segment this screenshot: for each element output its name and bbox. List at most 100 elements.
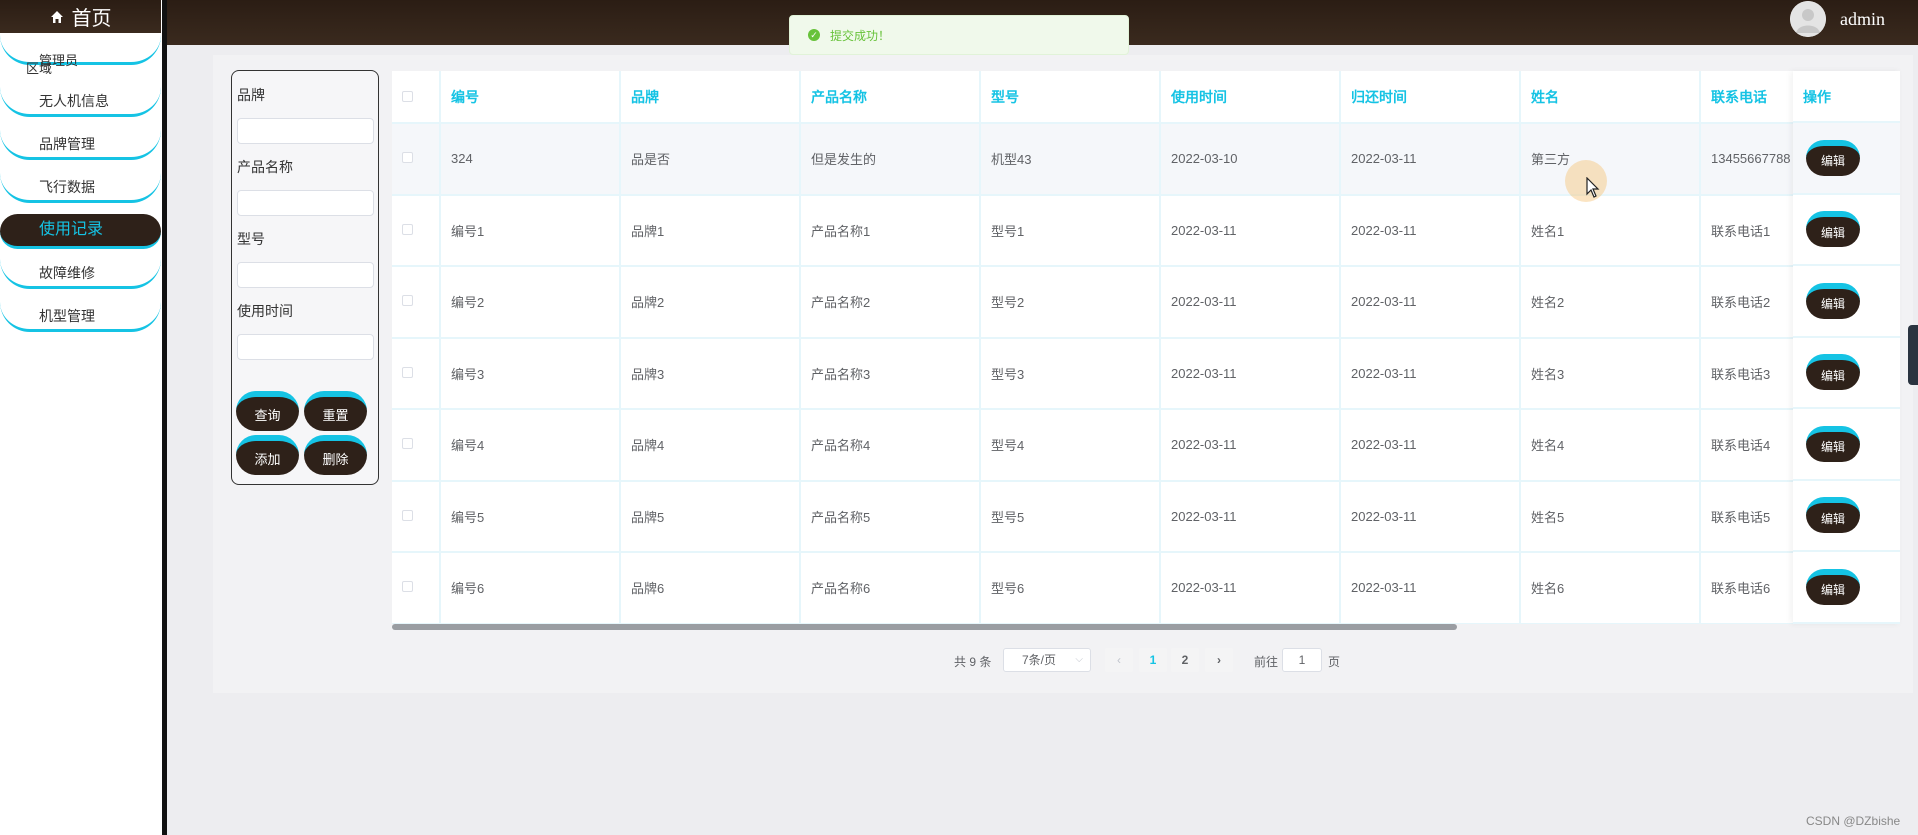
row-checkbox[interactable] [402,152,413,164]
table-cell: 型号3 [980,337,1161,410]
sidebar-item-label: 使用记录 [39,221,104,238]
table-cell: 2022-03-11 [1340,409,1521,482]
table-cell: 型号6 [980,552,1161,624]
add-button[interactable]: 添加 [236,435,299,475]
edit-button[interactable]: 编辑 [1806,425,1860,462]
table-row[interactable]: 编号1 品牌1 产品名称1 型号1 2022-03-11 2022-03-11 姓名1 联系电… [392,194,1881,267]
table-cell: 编号3 [440,337,621,410]
table-cell: 2022-03-11 [1160,266,1341,339]
delete-button[interactable]: 删除 [304,435,367,475]
table-cell: 2022-03-11 [1340,552,1521,624]
page-size-value: 7条/页 [1022,653,1057,667]
table-cell: 324 [440,123,621,196]
select-all-cell [392,71,441,124]
table-row[interactable]: 324 品是否 但是发生的 机型43 2022-03-10 2022-03-11 第三方 13… [392,123,1881,196]
page-number-2[interactable]: 2 [1171,648,1199,672]
vertical-scroll-handle[interactable] [1908,325,1918,385]
row-checkbox[interactable] [402,581,413,593]
column-header[interactable]: 型号 [980,71,1161,124]
table-cell: 编号2 [440,266,621,339]
edit-button[interactable]: 编辑 [1806,139,1860,176]
page-jump-input[interactable]: 1 [1282,648,1322,672]
query-button[interactable]: 查询 [236,391,299,431]
column-header[interactable]: 产品名称 [800,71,981,124]
records-table: 编号 品牌 产品名称 型号 使用时间 归还时间 姓名 联系电话 324 品是否 但是… [392,71,1900,624]
sidebar-item-fault-repair[interactable]: 故障维修 [0,259,161,289]
table-cell: 2022-03-11 [1160,480,1341,553]
row-select-cell [392,194,441,267]
table-cell: 编号6 [440,552,621,624]
column-header[interactable]: 使用时间 [1160,71,1341,124]
column-header[interactable]: 品牌 [620,71,801,124]
row-checkbox[interactable] [402,366,413,378]
table-row[interactable]: 编号4 品牌4 产品名称4 型号4 2022-03-11 2022-03-11 姓名4 联系电… [392,409,1881,482]
table-cell: 品牌4 [620,409,801,482]
table-row[interactable]: 编号5 品牌5 产品名称5 型号5 2022-03-11 2022-03-11 姓名5 联系电… [392,480,1881,553]
brand-label: 品牌 [237,87,265,103]
search-panel: 品牌 产品名称 型号 使用时间 查询 重置 添加 删除 [231,70,379,485]
brand-input[interactable] [237,118,374,144]
sidebar-item-flight-data[interactable]: 飞行数据 [0,173,161,203]
user-avatar[interactable] [1790,1,1826,37]
table-row[interactable]: 编号6 品牌6 产品名称6 型号6 2022-03-11 2022-03-11 姓名6 联系电… [392,552,1881,624]
table-cell: 但是发生的 [800,123,981,196]
prev-page-button[interactable]: ‹ [1105,648,1133,672]
table-cell: 姓名6 [1520,552,1701,624]
column-header[interactable]: 归还时间 [1340,71,1521,124]
row-checkbox[interactable] [402,223,413,235]
select-all-checkbox[interactable] [402,90,413,102]
table-row[interactable]: 编号3 品牌3 产品名称3 型号3 2022-03-11 2022-03-11 姓名3 联系电… [392,337,1881,410]
sidebar-home-link[interactable]: 首页 [0,0,161,33]
use-time-input[interactable] [237,334,374,360]
success-toast: ✓ 提交成功！ [789,15,1129,55]
column-header: 操作 [1793,71,1900,123]
table-cell: 2022-03-11 [1340,123,1521,196]
page-number-1[interactable]: 1 [1139,648,1167,672]
table-cell: 2022-03-11 [1160,194,1341,267]
row-checkbox[interactable] [402,438,413,450]
reset-button[interactable]: 重置 [304,391,367,431]
edit-button[interactable]: 编辑 [1806,354,1860,391]
table-cell: 第三方 [1520,123,1701,196]
edit-button[interactable]: 编辑 [1806,497,1860,534]
table-cell: 型号1 [980,194,1161,267]
table-cell: 2022-03-11 [1340,480,1521,553]
table-cell: 姓名1 [1520,194,1701,267]
page-size-select[interactable]: 7条/页 ⌵ [1003,648,1091,672]
chevron-right-icon: › [1217,653,1221,667]
table-row[interactable]: 编号2 品牌2 产品名称2 型号2 2022-03-11 2022-03-11 姓名2 联系电… [392,266,1881,339]
row-checkbox[interactable] [402,509,413,521]
model-input[interactable] [237,262,374,288]
sidebar-item-label: 品牌管理 [39,136,95,152]
username[interactable]: admin [1840,9,1885,30]
operations-cell: 编辑 [1793,338,1900,409]
sidebar-divider [162,0,167,835]
sidebar-item-label: 无人机信息 [39,93,109,109]
column-header[interactable]: 姓名 [1520,71,1701,124]
table-cell: 型号4 [980,409,1161,482]
edit-button[interactable]: 编辑 [1806,211,1860,248]
row-select-cell [392,552,441,624]
table-header-row: 编号 品牌 产品名称 型号 使用时间 归还时间 姓名 联系电话 [392,71,1881,124]
product-name-input[interactable] [237,190,374,216]
edit-button[interactable]: 编辑 [1806,568,1860,605]
records-table-grid: 编号 品牌 产品名称 型号 使用时间 归还时间 姓名 联系电话 324 品是否 但是… [392,71,1881,624]
sidebar-item-usage-records[interactable]: 使用记录 [0,214,161,249]
edit-button[interactable]: 编辑 [1806,282,1860,319]
table-cell: 编号4 [440,409,621,482]
next-page-button[interactable]: › [1205,648,1233,672]
table-cell: 型号2 [980,266,1161,339]
table-cell: 品牌5 [620,480,801,553]
sidebar-item-model-management[interactable]: 机型管理 [0,302,161,332]
operations-cell: 编辑 [1793,552,1900,624]
horizontal-scrollbar[interactable] [392,624,1457,630]
sidebar-item-brand-management[interactable]: 品牌管理 [0,130,161,160]
row-select-cell [392,266,441,339]
sidebar-item-drone-info[interactable]: 无人机信息 [0,87,161,117]
table-cell: 品是否 [620,123,801,196]
sidebar-item-label: 飞行数据 [39,179,95,195]
sidebar-item-admin[interactable] [0,35,161,65]
column-header[interactable]: 编号 [440,71,621,124]
model-label: 型号 [237,231,265,247]
row-checkbox[interactable] [402,295,413,307]
